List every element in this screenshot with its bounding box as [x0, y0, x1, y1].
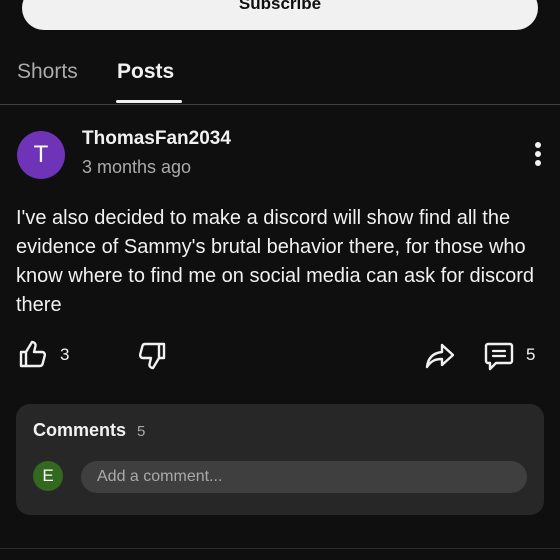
comments-title: Comments [33, 420, 127, 440]
thumbs-up-icon[interactable] [17, 338, 49, 370]
share-icon[interactable] [424, 340, 456, 372]
subscribe-button[interactable]: Subscribe [22, 0, 538, 30]
comment-icon[interactable] [483, 340, 515, 372]
post-time: 3 months ago [82, 157, 192, 177]
like-count: 3 [60, 345, 70, 364]
comments-count: 5 [137, 423, 146, 440]
post-body: I've also decided to make a discord will… [16, 207, 535, 316]
author-avatar[interactable]: T [17, 131, 65, 179]
tab-bar: Shorts Posts [0, 52, 560, 105]
author-name[interactable]: ThomasFan2034 [82, 128, 231, 150]
add-comment-input[interactable] [81, 461, 527, 493]
tab-shorts[interactable]: Shorts [17, 60, 78, 105]
comments-section[interactable]: Comments 5 E [16, 404, 544, 515]
more-vertical-icon[interactable] [528, 140, 548, 170]
active-tab-indicator [116, 100, 182, 103]
divider [0, 548, 560, 549]
comment-count: 5 [526, 345, 536, 364]
user-avatar: E [33, 461, 63, 491]
tab-posts[interactable]: Posts [117, 60, 181, 105]
thumbs-down-icon[interactable] [136, 340, 168, 372]
